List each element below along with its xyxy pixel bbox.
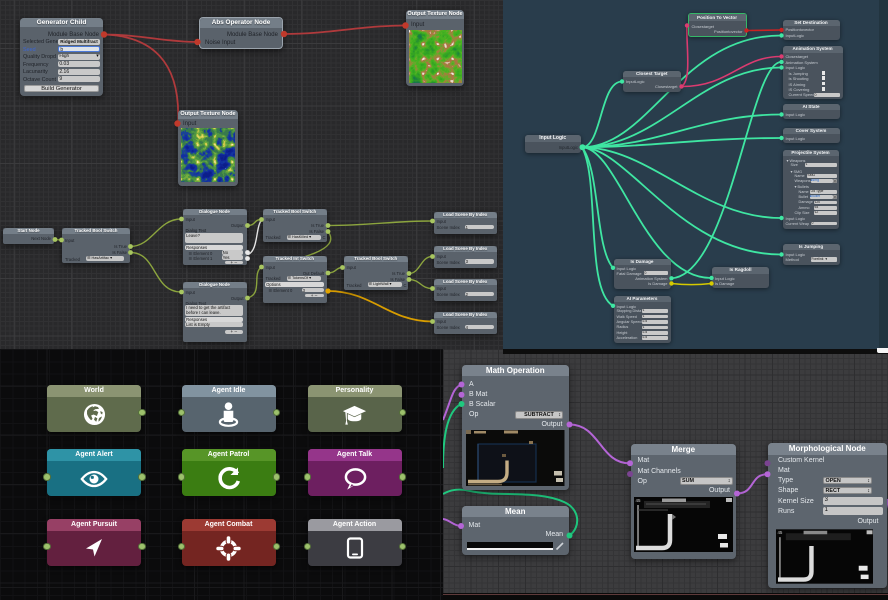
svg-text:45: 45: [777, 530, 782, 535]
svg-text:45: 45: [635, 498, 640, 503]
